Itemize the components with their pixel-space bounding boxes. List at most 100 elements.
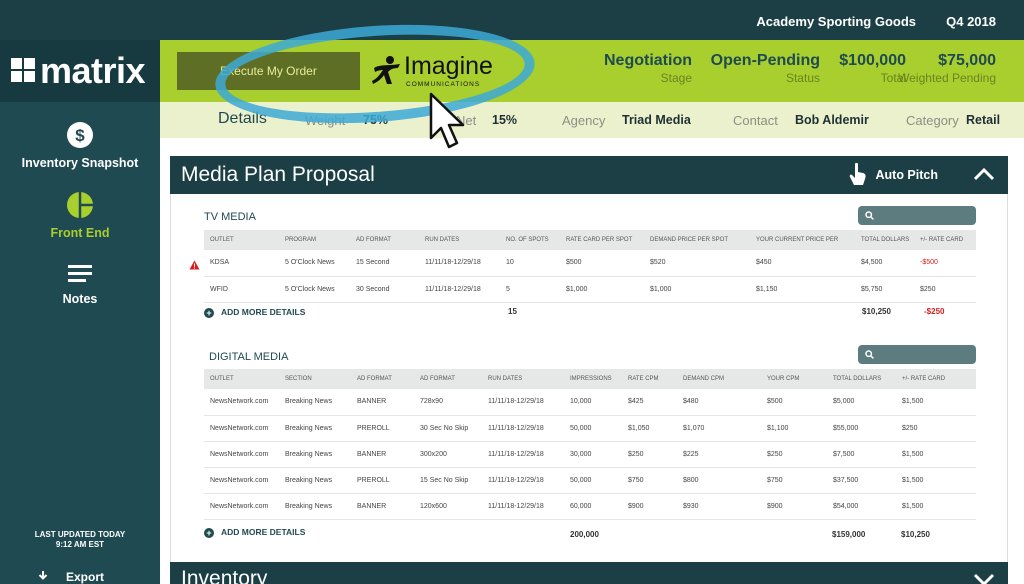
column-header[interactable]: OUTLET <box>204 369 279 389</box>
stat-value: $75,000 <box>938 52 996 69</box>
table-cell: 30 Sec No Skip <box>414 415 482 442</box>
column-header[interactable]: RUN DATES <box>419 230 500 250</box>
table-cell: Breaking News <box>279 415 351 442</box>
tv-media-table: OUTLET PROGRAM AD FORMAT RUN DATES NO. OF SP… <box>204 230 976 303</box>
table-cell: $800 <box>677 467 761 494</box>
top-bar: Academy Sporting Goods Q4 2018 <box>0 0 1024 40</box>
add-more-label: ADD MORE DETAILS <box>221 527 306 537</box>
digital-media-table: OUTLET SECTION AD FORMAT AD FORMAT RUN DATES… <box>204 369 976 520</box>
table-cell: 15 Second <box>350 250 419 277</box>
table-cell: $54,000 <box>827 493 896 520</box>
search-icon <box>865 211 874 220</box>
agency-value[interactable]: Triad Media <box>622 113 691 127</box>
table-cell: $450 <box>750 250 855 277</box>
table-cell: 5 O'Clock News <box>279 250 350 277</box>
category-value[interactable]: Retail <box>966 113 1000 127</box>
column-header[interactable]: AD FORMAT <box>351 369 414 389</box>
digital-add-more-details[interactable]: + ADD MORE DETAILS <box>204 527 305 538</box>
column-header[interactable]: IMPRESSIONS <box>564 369 622 389</box>
column-header[interactable]: DEMAND PRICE PER SPOT <box>644 230 750 250</box>
table-cell: $520 <box>644 250 750 277</box>
last-updated-label: LAST UPDATED TODAY <box>34 530 126 539</box>
table-cell: 10 <box>500 250 560 277</box>
table-cell: 11/11/18-12/29/18 <box>482 441 564 468</box>
column-header[interactable]: +/- RATE CARD <box>914 230 976 250</box>
sidebar-item-inventory-snapshot[interactable]: $ Inventory Snapshot <box>0 122 160 170</box>
table-row[interactable]: NewsNetwork.com Breaking News PREROLL 30 Se… <box>204 415 976 442</box>
inventory-header[interactable]: Inventory <box>170 562 1008 584</box>
stat-label: Status <box>785 71 820 85</box>
chevron-up-icon[interactable] <box>972 164 996 184</box>
contact-label: Contact <box>733 113 778 128</box>
tv-add-more-details[interactable]: + ADD MORE DETAILS <box>204 307 305 318</box>
table-cell: $1,150 <box>750 276 855 303</box>
table-cell: $500 <box>560 250 644 277</box>
column-header[interactable]: TOTAL DOLLARS <box>827 369 896 389</box>
table-cell: $480 <box>677 389 761 416</box>
column-header[interactable]: +/- RATE CARD <box>896 369 976 389</box>
warning-icon <box>189 260 200 270</box>
net-value[interactable]: 15% <box>492 113 517 127</box>
sidebar-item-front-end[interactable]: Front End <box>0 192 160 240</box>
app-logo[interactable]: matrix <box>0 40 160 102</box>
stat-label: Weighted Pending <box>898 71 996 85</box>
column-header[interactable]: PROGRAM <box>279 230 350 250</box>
table-cell: $7,500 <box>827 441 896 468</box>
tv-total-rate: -$250 <box>924 307 945 316</box>
tv-total-dollars: $10,250 <box>862 307 891 316</box>
column-header[interactable]: NO. OF SPOTS <box>500 230 560 250</box>
sidebar-item-label: Front End <box>50 226 110 240</box>
table-cell: $5,000 <box>827 389 896 416</box>
table-row[interactable]: WFID 5 O'Clock News 30 Second 11/11/18-12/2… <box>204 276 976 303</box>
table-cell: $1,100 <box>761 415 827 442</box>
last-updated: LAST UPDATED TODAY 9:12 AM EST <box>0 530 160 550</box>
table-cell: $750 <box>761 467 827 494</box>
table-cell: 5 <box>500 276 560 303</box>
table-row[interactable]: KDSA 5 O'Clock News 15 Second 11/11/18-12/2… <box>204 250 976 277</box>
table-cell: NewsNetwork.com <box>204 389 279 416</box>
agency-label: Agency <box>562 113 606 128</box>
table-cell: 11/11/18-12/29/18 <box>482 467 564 494</box>
column-header[interactable]: TOTAL DOLLARS <box>855 230 914 250</box>
column-header[interactable]: OUTLET <box>204 230 279 250</box>
table-cell: 120x600 <box>414 493 482 520</box>
table-cell: $900 <box>761 493 827 520</box>
column-header[interactable]: YOUR CPM <box>761 369 827 389</box>
table-row[interactable]: NewsNetwork.com Breaking News BANNER 728x90… <box>204 389 976 416</box>
export-button[interactable]: Export <box>38 570 104 584</box>
table-cell: $1,070 <box>677 415 761 442</box>
tv-search-input[interactable] <box>858 206 976 225</box>
digital-total-impressions: 200,000 <box>570 530 599 539</box>
table-cell: 11/11/18-12/29/18 <box>482 389 564 416</box>
table-row[interactable]: NewsNetwork.com Breaking News BANNER 300x20… <box>204 441 976 468</box>
column-header[interactable]: AD FORMAT <box>414 369 482 389</box>
table-cell: PREROLL <box>351 415 414 442</box>
table-cell: 30 Second <box>350 276 419 303</box>
chevron-down-icon[interactable] <box>972 572 996 584</box>
table-row[interactable]: NewsNetwork.com Breaking News BANNER 120x60… <box>204 493 976 520</box>
table-cell: $250 <box>896 415 976 442</box>
column-header[interactable]: AD FORMAT <box>350 230 419 250</box>
contact-value[interactable]: Bob Aldemir <box>795 113 869 127</box>
total-stat: $100,000 Total <box>839 52 906 85</box>
logo-wordmark: matrix <box>40 50 146 91</box>
column-header[interactable]: DEMAND CPM <box>677 369 761 389</box>
table-row[interactable]: NewsNetwork.com Breaking News PREROLL 15 Se… <box>204 467 976 494</box>
table-cell: 11/11/18-12/29/18 <box>482 415 564 442</box>
column-header[interactable]: RATE CPM <box>622 369 677 389</box>
digital-search-input[interactable] <box>858 345 976 364</box>
table-cell: 30,000 <box>564 441 622 468</box>
table-cell: $1,000 <box>560 276 644 303</box>
column-header[interactable]: RUN DATES <box>482 369 564 389</box>
table-cell: NewsNetwork.com <box>204 493 279 520</box>
column-header[interactable]: RATE CARD PER SPOT <box>560 230 644 250</box>
table-cell: NewsNetwork.com <box>204 441 279 468</box>
auto-pitch-button[interactable]: Auto Pitch <box>876 168 939 182</box>
table-cell: 15 Sec No Skip <box>414 467 482 494</box>
column-header[interactable]: SECTION <box>279 369 351 389</box>
plus-circle-icon: + <box>204 528 214 538</box>
column-header[interactable]: YOUR CURRENT PRICE PER <box>750 230 855 250</box>
sidebar-item-notes[interactable]: Notes <box>0 264 160 306</box>
digital-total-dollars: $159,000 <box>832 530 866 539</box>
table-cell: $1,500 <box>896 441 976 468</box>
